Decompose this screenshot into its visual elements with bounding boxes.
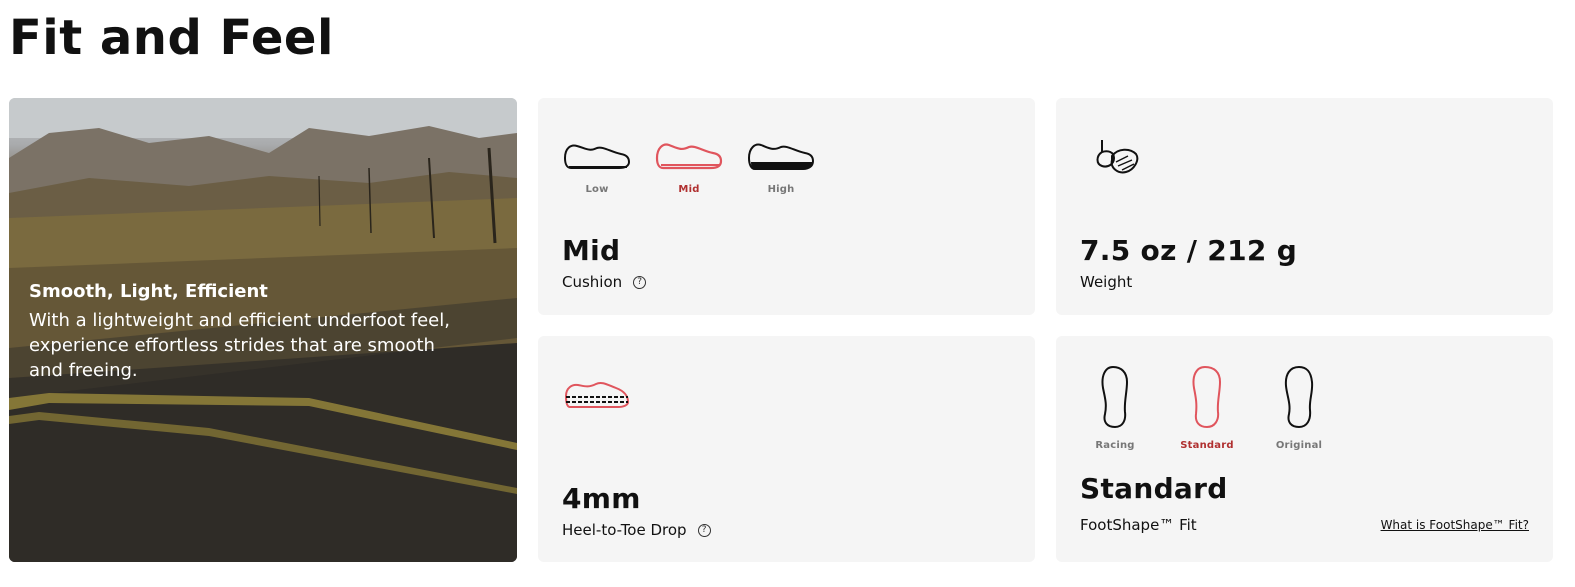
cushion-option-low: Low [551,138,643,195]
cushion-option-mid: Mid [643,138,735,195]
hero-heading: Smooth, Light, Efficient [29,281,268,302]
original-footshape-icon [1284,365,1314,429]
drop-card: 4mm Heel-to-Toe Drop ? [538,336,1035,562]
fit-option-label: Original [1275,440,1323,451]
fit-option-original: Original [1253,364,1345,451]
standard-footshape-icon [1192,365,1222,429]
help-icon[interactable]: ? [633,275,647,289]
cushion-option-label: Mid [678,184,700,195]
fit-card: Racing Standard Original Standard FootSh… [1056,336,1553,562]
page-title: Fit and Feel [9,10,334,66]
hero-card: Smooth, Light, Efficient With a lightwei… [9,98,517,562]
cushion-label: Cushion [562,273,623,291]
racing-footshape-icon [1101,365,1129,429]
high-cushion-shoe-icon [747,143,815,170]
footshape-info-link[interactable]: What is FootShape™ Fit? [1381,518,1529,532]
weight-card: 7.5 oz / 212 g Weight [1056,98,1553,315]
cushion-label-row: Cushion ? [562,273,647,291]
hero-body: With a lightweight and efficient underfo… [29,310,450,381]
cushion-option-label: Low [585,184,609,195]
drop-label: Heel-to-Toe Drop [562,521,687,539]
fit-option-label: Racing [1095,440,1135,451]
weight-label: Weight [1080,273,1133,291]
cushion-card: Low Mid High Mid Cushion ? [538,98,1035,315]
mid-cushion-shoe-icon [655,143,723,170]
hero-text: Smooth, Light, Efficient With a lightwei… [29,281,459,383]
fit-label: FootShape™ Fit [1080,516,1197,534]
fit-option-standard: Standard [1161,364,1253,451]
weight-value: 7.5 oz / 212 g [1080,234,1298,267]
drop-value: 4mm [562,482,641,515]
fit-value: Standard [1080,472,1228,505]
drop-label-row: Heel-to-Toe Drop ? [562,521,711,539]
feather-icon [1096,140,1139,174]
heel-toe-drop-shoe-icon [564,381,630,408]
cushion-option-label: High [767,184,795,195]
cushion-option-high: High [735,138,827,195]
low-cushion-shoe-icon [563,144,631,169]
cushion-value: Mid [562,234,621,267]
help-icon[interactable]: ? [697,523,711,537]
fit-option-label: Standard [1180,440,1234,451]
fit-option-racing: Racing [1069,364,1161,451]
